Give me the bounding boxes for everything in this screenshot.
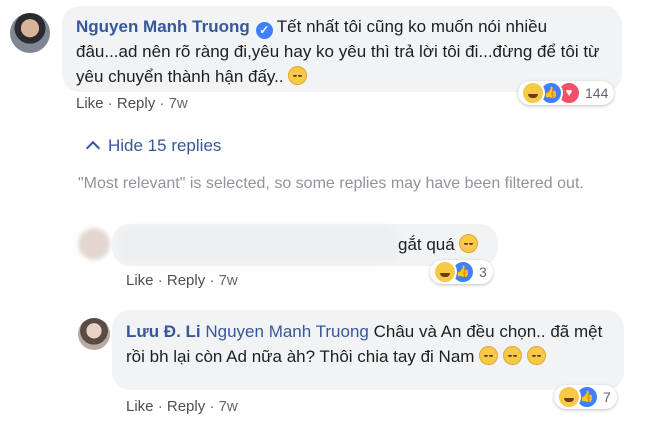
avatar[interactable] — [78, 318, 110, 350]
tired-face-emoji — [526, 346, 546, 365]
hide-replies-link[interactable]: Hide 15 replies — [85, 136, 222, 156]
reaction-summary[interactable]: 👍 3 — [430, 260, 493, 284]
comment-actions: Like · Reply · 7w — [76, 95, 188, 112]
reply-time[interactable]: 7w — [219, 398, 238, 415]
reaction-count: 144 — [585, 85, 609, 101]
reply-time[interactable]: 7w — [219, 272, 238, 289]
comment-body: Nguyen Manh Truong ✓ Tết nhất tôi cũng ko … — [76, 14, 606, 89]
comment-time[interactable]: 7w — [169, 95, 188, 112]
reply-text: gắt quá — [398, 235, 455, 254]
like-link[interactable]: Like — [76, 95, 104, 112]
tired-face-emoji — [502, 346, 522, 365]
filter-notice: "Most relevant" is selected, so some rep… — [78, 175, 584, 192]
reply-link[interactable]: Reply — [167, 272, 205, 289]
reply-link[interactable]: Reply — [117, 95, 155, 112]
reply-actions: Like · Reply · 7w — [126, 272, 238, 289]
avatar[interactable] — [10, 13, 50, 53]
tired-face-emoji — [479, 346, 499, 365]
haha-reaction-icon — [521, 81, 545, 105]
reply-body: Lưu Đ. Li Nguyen Manh Truong Châu và An … — [126, 319, 606, 369]
reaction-count: 3 — [479, 264, 487, 280]
avatar[interactable] — [78, 228, 110, 260]
reply-body: gắt quá — [398, 232, 479, 257]
reaction-summary[interactable]: 👍 ♥ 144 — [518, 81, 615, 105]
mention-link[interactable]: Nguyen Manh Truong — [205, 322, 369, 341]
chevron-up-icon — [85, 140, 101, 156]
blurred-content — [118, 226, 398, 264]
like-link[interactable]: Like — [126, 398, 154, 415]
comment-author[interactable]: Nguyen Manh Truong — [76, 17, 250, 36]
verified-check-icon: ✓ — [255, 22, 273, 39]
tired-face-emoji — [288, 66, 308, 85]
reaction-summary[interactable]: 👍 7 — [554, 385, 617, 409]
like-link[interactable]: Like — [126, 272, 154, 289]
reply-actions: Like · Reply · 7w — [126, 398, 238, 415]
haha-reaction-icon — [433, 260, 457, 284]
reply-author[interactable]: Lưu Đ. Li — [126, 322, 201, 341]
laughing-tears-emoji — [459, 234, 479, 253]
haha-reaction-icon — [557, 385, 581, 409]
reaction-count: 7 — [603, 389, 611, 405]
reply-link[interactable]: Reply — [167, 398, 205, 415]
hide-replies-label: Hide 15 replies — [108, 136, 222, 155]
